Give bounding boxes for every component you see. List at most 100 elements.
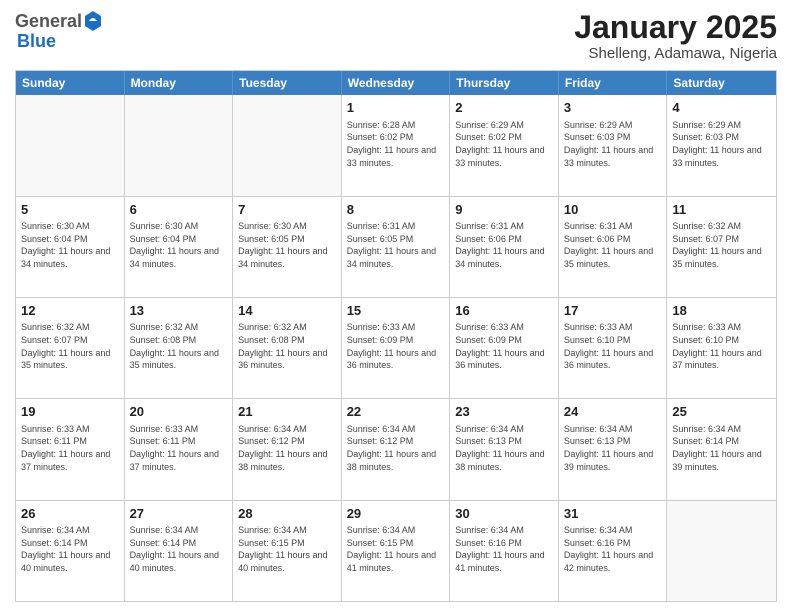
weekday-header: Wednesday: [342, 71, 451, 95]
cell-info: Sunrise: 6:29 AMSunset: 6:03 PMDaylight:…: [564, 119, 662, 169]
day-number: 1: [347, 99, 445, 117]
calendar-cell: 14Sunrise: 6:32 AMSunset: 6:08 PMDayligh…: [233, 298, 342, 398]
calendar-cell: 25 Sunrise: 6:34 AMSunset: 6:14 PMDayligh…: [667, 399, 776, 499]
calendar-cell: 18Sunrise: 6:33 AMSunset: 6:10 PMDayligh…: [667, 298, 776, 398]
day-number: 19: [21, 403, 119, 421]
calendar-cell: 29Sunrise: 6:34 AMSunset: 6:15 PMDayligh…: [342, 501, 451, 601]
calendar-cell: 3Sunrise: 6:29 AMSunset: 6:03 PMDaylight…: [559, 95, 668, 195]
cell-info: Sunrise: 6:33 AMSunset: 6:10 PMDaylight:…: [564, 321, 662, 371]
cell-info: Sunrise: 6:34 AMSunset: 6:14 PMDaylight:…: [130, 524, 228, 574]
calendar-cell: 5Sunrise: 6:30 AMSunset: 6:04 PMDaylight…: [16, 197, 125, 297]
page: General Blue January 2025 Shelleng, Adam…: [0, 0, 792, 612]
cell-info: Sunrise: 6:31 AMSunset: 6:05 PMDaylight:…: [347, 220, 445, 270]
day-number: 5: [21, 201, 119, 219]
cell-info: Sunrise: 6:30 AMSunset: 6:05 PMDaylight:…: [238, 220, 336, 270]
cell-info: Sunrise: 6:32 AMSunset: 6:07 PMDaylight:…: [672, 220, 771, 270]
calendar-cell: 2 Sunrise: 6:29 AMSunset: 6:02 PMDaylight…: [450, 95, 559, 195]
calendar-row: 12Sunrise: 6:32 AMSunset: 6:07 PMDayligh…: [16, 297, 776, 398]
day-number: 28: [238, 505, 336, 523]
calendar-cell: 8Sunrise: 6:31 AMSunset: 6:05 PMDaylight…: [342, 197, 451, 297]
day-number: 6: [130, 201, 228, 219]
day-number: 11: [672, 201, 771, 219]
weekday-header: Tuesday: [233, 71, 342, 95]
weekday-header: Thursday: [450, 71, 559, 95]
calendar-row: 19 Sunrise: 6:33 AMSunset: 6:11 PMDayligh…: [16, 398, 776, 499]
cell-info: Sunrise: 6:34 AMSunset: 6:13 PMDaylight:…: [455, 423, 553, 473]
calendar-row: 26Sunrise: 6:34 AMSunset: 6:14 PMDayligh…: [16, 500, 776, 601]
calendar-cell: 23 Sunrise: 6:34 AMSunset: 6:13 PMDayligh…: [450, 399, 559, 499]
cell-info: Sunrise: 6:29 AMSunset: 6:03 PMDaylight:…: [672, 119, 771, 169]
cell-info: Sunrise: 6:32 AMSunset: 6:08 PMDaylight:…: [130, 321, 228, 371]
calendar-row: 5 Sunrise: 6:30 AMSunset: 6:04 PMDaylight…: [16, 196, 776, 297]
calendar-cell: [16, 95, 125, 195]
cell-info: Sunrise: 6:29 AMSunset: 6:02 PMDaylight:…: [455, 119, 553, 169]
calendar-cell: 11Sunrise: 6:32 AMSunset: 6:07 PMDayligh…: [667, 197, 776, 297]
day-number: 20: [130, 403, 228, 421]
calendar-cell: [233, 95, 342, 195]
cell-info: Sunrise: 6:30 AMSunset: 6:04 PMDaylight:…: [130, 220, 228, 270]
cell-info: Sunrise: 6:32 AMSunset: 6:08 PMDaylight:…: [238, 321, 336, 371]
cell-info: Sunrise: 6:33 AMSunset: 6:09 PMDaylight:…: [455, 321, 553, 371]
day-number: 18: [672, 302, 771, 320]
month-title: January 2025: [574, 10, 777, 45]
logo-icon: [84, 10, 102, 32]
calendar-cell: 17Sunrise: 6:33 AMSunset: 6:10 PMDayligh…: [559, 298, 668, 398]
calendar-cell: 10Sunrise: 6:31 AMSunset: 6:06 PMDayligh…: [559, 197, 668, 297]
cell-info: Sunrise: 6:34 AMSunset: 6:15 PMDaylight:…: [238, 524, 336, 574]
weekday-header: Saturday: [667, 71, 776, 95]
day-number: 4: [672, 99, 771, 117]
day-number: 10: [564, 201, 662, 219]
day-number: 24: [564, 403, 662, 421]
weekday-header: Friday: [559, 71, 668, 95]
cell-info: Sunrise: 6:34 AMSunset: 6:12 PMDaylight:…: [238, 423, 336, 473]
calendar-cell: 26Sunrise: 6:34 AMSunset: 6:14 PMDayligh…: [16, 501, 125, 601]
calendar-cell: 20 Sunrise: 6:33 AMSunset: 6:11 PMDayligh…: [125, 399, 234, 499]
day-number: 31: [564, 505, 662, 523]
day-number: 27: [130, 505, 228, 523]
weekday-header: Monday: [125, 71, 234, 95]
location: Shelleng, Adamawa, Nigeria: [574, 45, 777, 62]
day-number: 15: [347, 302, 445, 320]
day-number: 2: [455, 99, 553, 117]
day-number: 21: [238, 403, 336, 421]
cell-info: Sunrise: 6:33 AMSunset: 6:10 PMDaylight:…: [672, 321, 771, 371]
calendar-cell: [667, 501, 776, 601]
calendar-cell: 27Sunrise: 6:34 AMSunset: 6:14 PMDayligh…: [125, 501, 234, 601]
day-number: 9: [455, 201, 553, 219]
cell-info: Sunrise: 6:34 AMSunset: 6:16 PMDaylight:…: [455, 524, 553, 574]
calendar-cell: [125, 95, 234, 195]
calendar-cell: 1Sunrise: 6:28 AMSunset: 6:02 PMDaylight…: [342, 95, 451, 195]
calendar-cell: 31Sunrise: 6:34 AMSunset: 6:16 PMDayligh…: [559, 501, 668, 601]
calendar-cell: 12Sunrise: 6:32 AMSunset: 6:07 PMDayligh…: [16, 298, 125, 398]
day-number: 16: [455, 302, 553, 320]
cell-info: Sunrise: 6:34 AMSunset: 6:14 PMDaylight:…: [21, 524, 119, 574]
calendar-cell: 21 Sunrise: 6:34 AMSunset: 6:12 PMDayligh…: [233, 399, 342, 499]
calendar-body: 1Sunrise: 6:28 AMSunset: 6:02 PMDaylight…: [16, 95, 776, 601]
calendar: SundayMondayTuesdayWednesdayThursdayFrid…: [15, 70, 777, 602]
cell-info: Sunrise: 6:33 AMSunset: 6:11 PMDaylight:…: [21, 423, 119, 473]
day-number: 30: [455, 505, 553, 523]
calendar-cell: 4 Sunrise: 6:29 AMSunset: 6:03 PMDaylight…: [667, 95, 776, 195]
calendar-cell: 15Sunrise: 6:33 AMSunset: 6:09 PMDayligh…: [342, 298, 451, 398]
day-number: 29: [347, 505, 445, 523]
day-number: 7: [238, 201, 336, 219]
day-number: 22: [347, 403, 445, 421]
cell-info: Sunrise: 6:33 AMSunset: 6:11 PMDaylight:…: [130, 423, 228, 473]
day-number: 8: [347, 201, 445, 219]
calendar-cell: 13Sunrise: 6:32 AMSunset: 6:08 PMDayligh…: [125, 298, 234, 398]
day-number: 23: [455, 403, 553, 421]
calendar-header: SundayMondayTuesdayWednesdayThursdayFrid…: [16, 71, 776, 95]
cell-info: Sunrise: 6:34 AMSunset: 6:15 PMDaylight:…: [347, 524, 445, 574]
header: General Blue January 2025 Shelleng, Adam…: [15, 10, 777, 62]
calendar-cell: 7Sunrise: 6:30 AMSunset: 6:05 PMDaylight…: [233, 197, 342, 297]
cell-info: Sunrise: 6:34 AMSunset: 6:14 PMDaylight:…: [672, 423, 771, 473]
day-number: 17: [564, 302, 662, 320]
day-number: 26: [21, 505, 119, 523]
logo-general-text: General: [15, 12, 82, 30]
day-number: 25: [672, 403, 771, 421]
day-number: 14: [238, 302, 336, 320]
calendar-cell: 30Sunrise: 6:34 AMSunset: 6:16 PMDayligh…: [450, 501, 559, 601]
calendar-cell: 9Sunrise: 6:31 AMSunset: 6:06 PMDaylight…: [450, 197, 559, 297]
cell-info: Sunrise: 6:34 AMSunset: 6:13 PMDaylight:…: [564, 423, 662, 473]
day-number: 13: [130, 302, 228, 320]
